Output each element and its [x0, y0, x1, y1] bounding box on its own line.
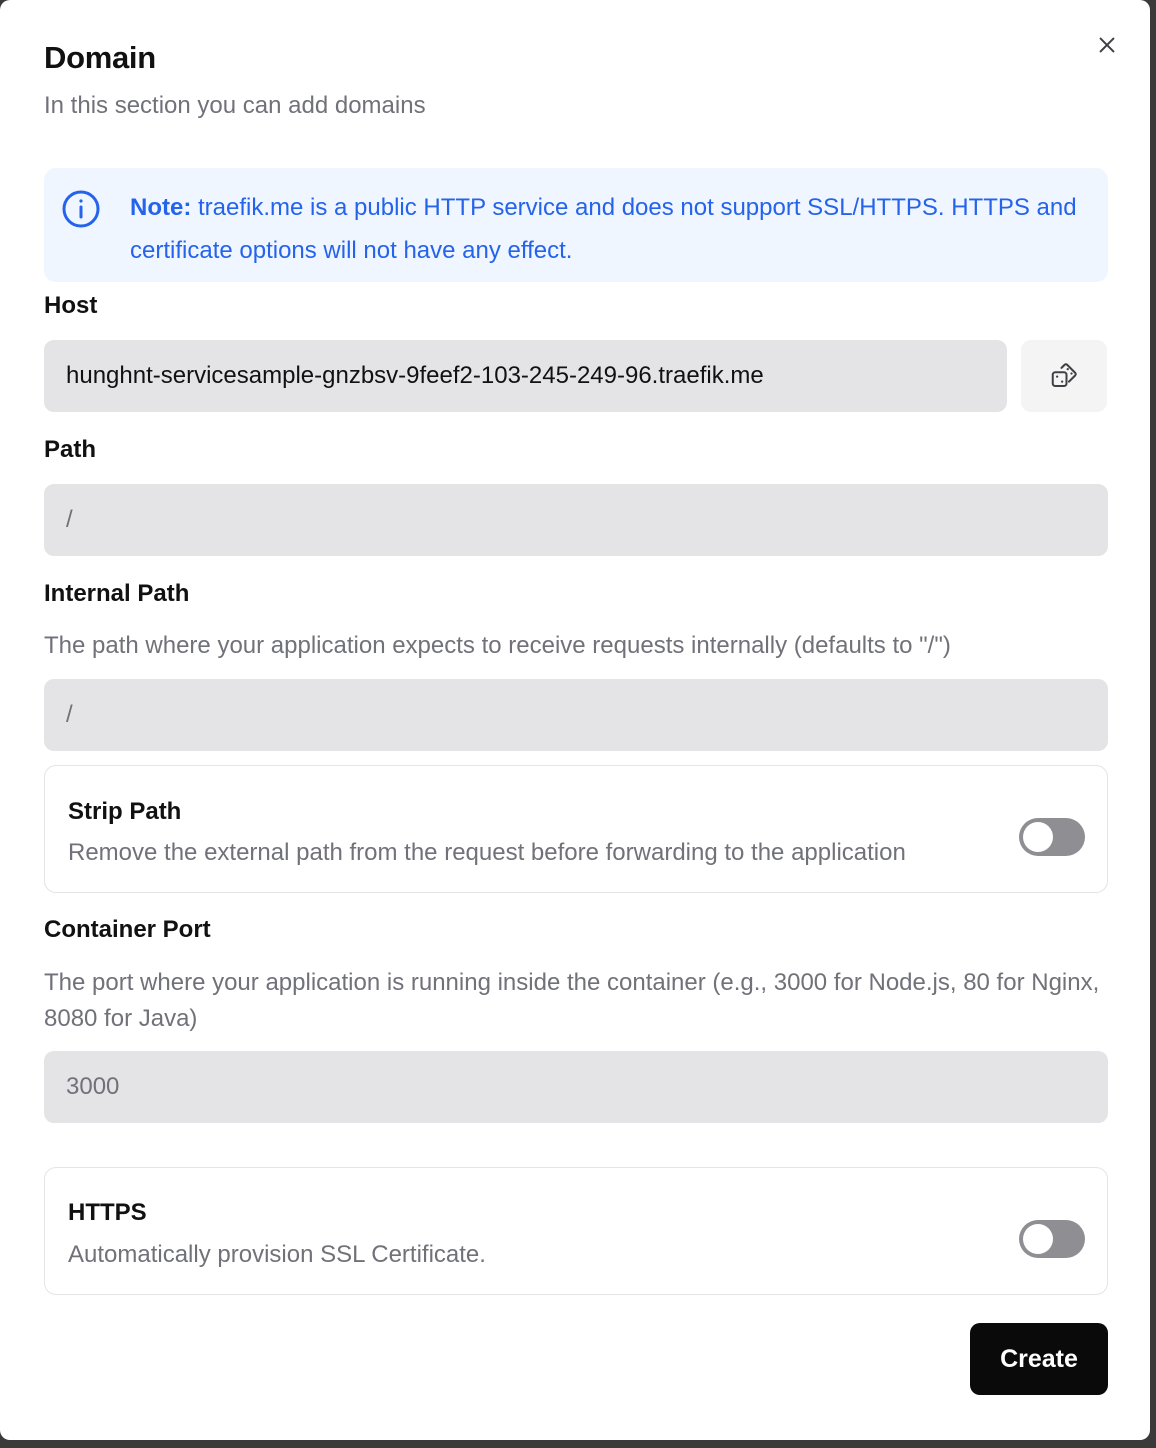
https-toggle[interactable]	[1019, 1220, 1085, 1258]
domain-dialog: Domain In this section you can add domai…	[0, 0, 1150, 1440]
path-label: Path	[44, 436, 97, 463]
internal-path-label: Internal Path	[44, 580, 190, 607]
path-input[interactable]: /	[44, 484, 1108, 556]
https-description: Automatically provision SSL Certificate.	[68, 1241, 486, 1268]
strip-path-card: Strip Path Remove the external path from…	[44, 765, 1108, 893]
close-button[interactable]	[1092, 30, 1122, 60]
generate-domain-button[interactable]	[1021, 340, 1107, 412]
dialog-subtitle: In this section you can add domains	[44, 92, 426, 119]
internal-path-description: The path where your application expects …	[44, 632, 951, 659]
note-body: traefik.me is a public HTTP service and …	[130, 194, 1077, 264]
https-card: HTTPS Automatically provision SSL Certif…	[44, 1167, 1108, 1295]
toggle-knob	[1023, 1224, 1053, 1254]
dialog-title: Domain	[44, 40, 156, 75]
strip-path-toggle[interactable]	[1019, 818, 1085, 856]
https-title: HTTPS	[68, 1199, 147, 1226]
dice-icon	[1051, 363, 1077, 387]
host-input[interactable]: hunghnt-servicesample-gnzbsv-9feef2-103-…	[44, 340, 1007, 412]
host-label: Host	[44, 292, 98, 319]
info-icon	[62, 190, 100, 228]
container-port-label: Container Port	[44, 916, 211, 943]
note-prefix: Note:	[130, 194, 192, 221]
container-port-description: The port where your application is runni…	[44, 969, 1100, 1032]
container-port-input[interactable]: 3000	[44, 1051, 1108, 1123]
create-button[interactable]: Create	[970, 1323, 1108, 1395]
strip-path-description: Remove the external path from the reques…	[68, 839, 906, 866]
note-banner: Note: traefik.me is a public HTTP servic…	[44, 168, 1108, 282]
toggle-knob	[1023, 822, 1053, 852]
internal-path-input[interactable]: /	[44, 679, 1108, 751]
strip-path-title: Strip Path	[68, 798, 182, 825]
note-text: Note: traefik.me is a public HTTP servic…	[130, 186, 1078, 272]
x-icon	[1099, 37, 1115, 53]
